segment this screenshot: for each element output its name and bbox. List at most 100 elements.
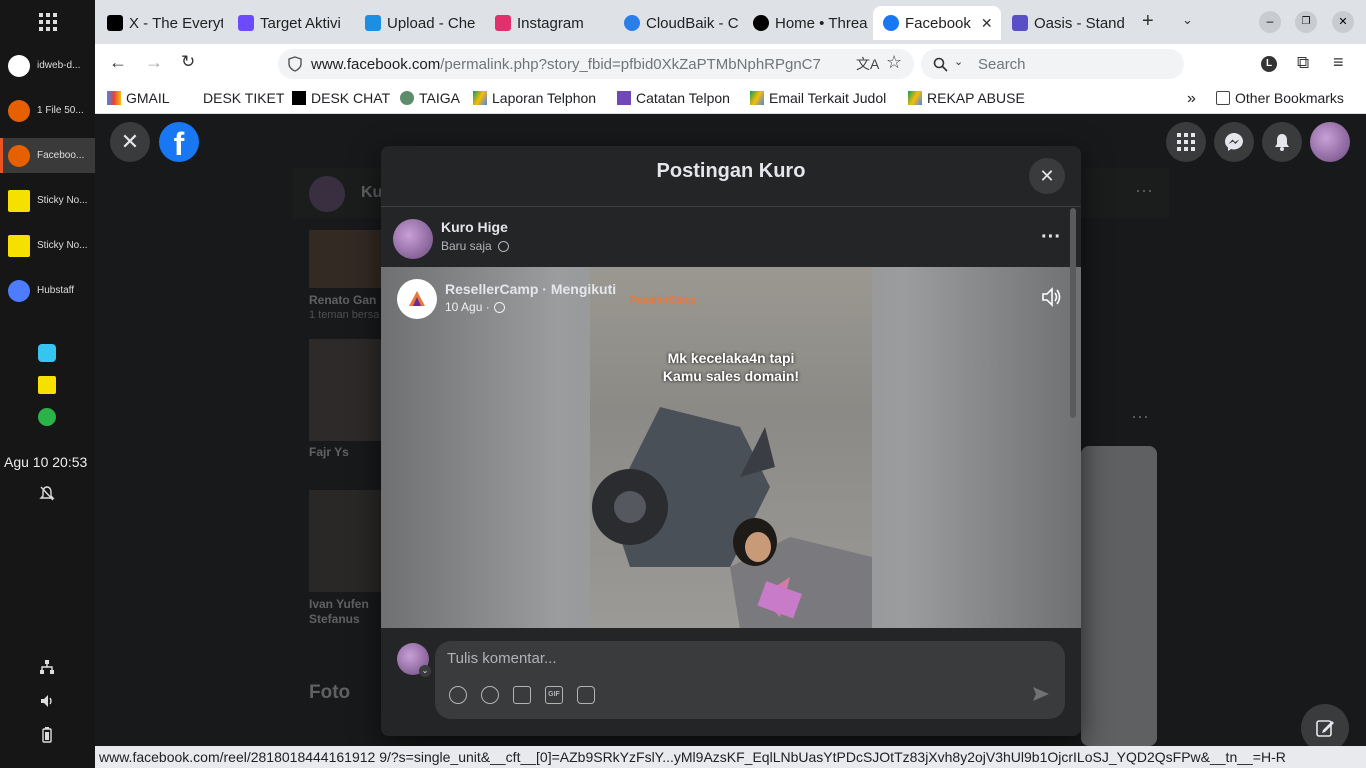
menu-grid-button[interactable] — [1166, 122, 1206, 162]
tab-instagram[interactable]: Instagram — [485, 6, 611, 40]
bookmark-gmail[interactable]: GMAIL — [107, 90, 170, 106]
bookmark-star-icon[interactable]: ☆ — [886, 52, 902, 73]
close-window-icon[interactable]: ✕ — [1332, 11, 1354, 33]
browser-tab-bar: X - The Everyt Target Aktivi Upload - Ch… — [95, 0, 1366, 44]
tab-label: Instagram — [517, 14, 584, 32]
dock-item-slack[interactable]: idweb-d... — [0, 48, 95, 83]
bookmark-desk-chat[interactable]: DESK CHAT — [292, 90, 390, 106]
facebook-logo-icon[interactable]: f — [159, 122, 199, 162]
back-arrow-icon[interactable]: ← — [109, 52, 127, 73]
camera-icon[interactable] — [513, 686, 531, 704]
globe-icon — [497, 240, 509, 252]
account-avatar[interactable] — [1310, 122, 1350, 162]
new-tab-plus-icon[interactable]: + — [1142, 10, 1154, 33]
dock-item-sticky-notes-1[interactable]: Sticky No... — [0, 183, 95, 218]
tab-cloudbaik[interactable]: CloudBaik - C — [614, 6, 740, 40]
shared-page-avatar[interactable] — [397, 279, 437, 319]
shared-reel-media[interactable]: ResellerCamp Mk kecelaka4n tapi Kamu sal… — [381, 267, 1081, 629]
volume-icon[interactable] — [39, 693, 55, 709]
post-options-icon[interactable]: ··· — [1041, 226, 1061, 249]
desk-chat-icon — [292, 91, 306, 105]
messenger-button[interactable] — [1214, 122, 1254, 162]
folder-icon — [1216, 91, 1230, 105]
friend-photo — [309, 230, 381, 288]
comment-input[interactable] — [447, 647, 1047, 669]
dock-item-sticky-notes-2[interactable]: Sticky No... — [0, 228, 95, 263]
volume-icon[interactable] — [1041, 287, 1063, 307]
post-timestamp[interactable]: Baru saja — [441, 239, 492, 253]
network-icon[interactable] — [39, 659, 55, 675]
dock-item-hubstaff[interactable]: Hubstaff — [0, 273, 95, 308]
profile-avatar[interactable]: L — [1261, 56, 1277, 72]
other-bookmarks-folder[interactable]: Other Bookmarks — [1216, 90, 1344, 106]
poster-name[interactable]: Kuro Hige — [441, 219, 508, 235]
tab-label: Oasis - Stand — [1034, 14, 1125, 32]
tab-facebook[interactable]: Facebook ✕ — [873, 6, 1001, 40]
restore-window-icon[interactable]: ❐ — [1295, 11, 1317, 33]
tab-label: Upload - Che — [387, 14, 476, 32]
facebook-icon — [883, 15, 899, 31]
shared-page-name[interactable]: ResellerCamp · Mengikuti — [445, 281, 616, 297]
tab-x[interactable]: X - The Everyt — [97, 6, 223, 40]
bookmark-email-terkait-judol[interactable]: Email Terkait Judol — [750, 90, 886, 106]
tab-list-chevron-icon[interactable]: ⌄ — [1182, 12, 1193, 28]
dock-item-label: Hubstaff — [37, 285, 75, 296]
dock-item-firefox-facebook[interactable]: Faceboo... — [0, 138, 95, 173]
more-bookmarks-chevron-icon[interactable]: » — [1187, 90, 1196, 108]
poster-avatar[interactable] — [393, 219, 433, 259]
modal-scrollbar[interactable] — [1070, 208, 1076, 418]
send-icon[interactable] — [1032, 686, 1050, 702]
bell-icon — [1275, 134, 1289, 151]
search-bar[interactable]: ⌄ Search — [921, 49, 1184, 79]
gif-icon[interactable]: GIF — [545, 686, 563, 704]
reload-icon[interactable]: ↻ — [181, 52, 195, 72]
bookmark-taiga[interactable]: TAIGA — [400, 90, 460, 106]
site-info-icon[interactable] — [287, 56, 303, 72]
notifications-muted-icon[interactable] — [39, 485, 55, 501]
tab-upload[interactable]: Upload - Che — [355, 6, 481, 40]
browser-menu-icon[interactable]: ≡ — [1333, 52, 1344, 73]
x-logo-icon — [107, 15, 123, 31]
modal-close-button[interactable]: ✕ — [1029, 158, 1065, 194]
translate-icon[interactable]: 文A — [856, 54, 879, 74]
browser-toolbar: ← → ↻ www.facebook.com/permalink.php?sto… — [95, 44, 1366, 84]
sticky-notes-tray-icon[interactable] — [38, 376, 56, 394]
commenter-switch-chevron-icon[interactable]: ⌄ — [419, 665, 431, 677]
emoji-icon[interactable] — [481, 686, 499, 704]
address-bar[interactable]: www.facebook.com/permalink.php?story_fbi… — [278, 49, 914, 79]
app-grid-button[interactable] — [0, 0, 95, 44]
extensions-puzzle-icon[interactable]: ⧉ — [1297, 53, 1309, 73]
search-engine-chevron-icon[interactable]: ⌄ — [954, 55, 963, 68]
avatar-sticker-icon[interactable] — [449, 686, 467, 704]
forward-arrow-icon[interactable]: → — [145, 52, 163, 73]
bookmark-laporan-telphon[interactable]: Laporan Telphon — [473, 90, 596, 106]
slack-icon — [8, 54, 30, 77]
tab-threads[interactable]: Home • Threa — [743, 6, 869, 40]
bookmark-desk-tiket[interactable]: DESK TIKET — [203, 90, 284, 106]
slack-tray-icon[interactable] — [38, 344, 56, 362]
friend-name: Fajr Ys — [309, 445, 349, 459]
sticker-icon[interactable] — [577, 686, 595, 704]
more-options-icon: ··· — [1135, 180, 1153, 200]
battery-icon[interactable] — [39, 727, 55, 743]
notifications-button[interactable] — [1262, 122, 1302, 162]
minimize-window-icon[interactable]: – — [1259, 11, 1281, 33]
bookmark-label: TAIGA — [419, 90, 460, 106]
taiga-icon — [400, 91, 414, 105]
dock-item-firefox-1[interactable]: 1 File 50... — [0, 93, 95, 128]
poster-meta: Baru saja — [441, 239, 509, 253]
close-icon: ✕ — [120, 129, 140, 154]
tab-close-icon[interactable]: ✕ — [981, 15, 993, 32]
recycle-tray-icon[interactable] — [38, 408, 56, 426]
tab-oasis[interactable]: Oasis - Stand — [1002, 6, 1128, 40]
bookmark-catatan-telpon[interactable]: Catatan Telpon — [617, 90, 730, 106]
shared-post-date[interactable]: 10 Agu · — [445, 300, 490, 314]
messenger-icon — [1225, 133, 1243, 151]
close-viewer-button[interactable]: ✕ — [110, 122, 150, 162]
bookmark-rekap-abuse[interactable]: REKAP ABUSE — [908, 90, 1025, 106]
system-clock[interactable]: Agu 10 20:53 — [4, 454, 87, 470]
friend-name: Renato Gan — [309, 293, 377, 307]
forms-icon — [617, 91, 631, 105]
tab-target-aktivitas[interactable]: Target Aktivi — [228, 6, 354, 40]
new-message-button[interactable] — [1301, 704, 1349, 746]
